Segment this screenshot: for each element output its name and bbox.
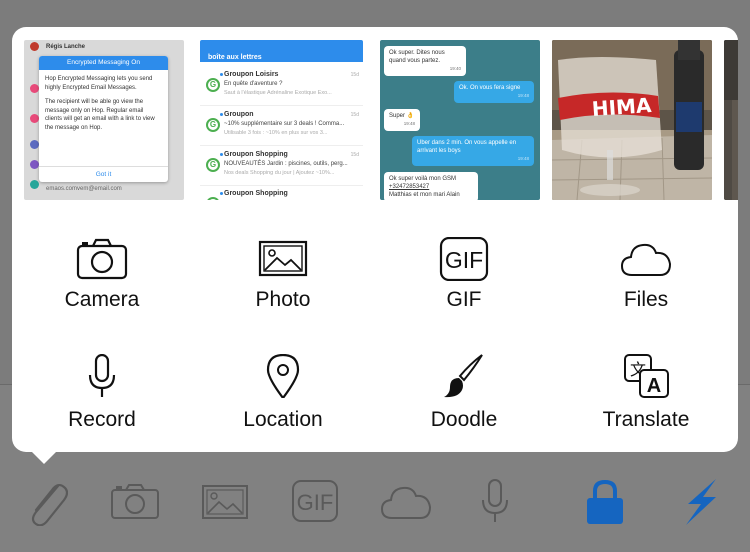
avatar: G	[206, 118, 220, 132]
list-item: G Groupon Shopping 15d NOUVEAUTÉS Jardin…	[200, 148, 363, 186]
location-label: Location	[243, 408, 323, 431]
svg-text:A: A	[647, 375, 661, 397]
photo-thumbnail[interactable]	[724, 40, 738, 200]
avatar	[30, 180, 39, 189]
list-item: G Groupon Shopping	[200, 187, 363, 200]
list-item: G Groupon Loisirs 15d En quête d'aventur…	[200, 68, 363, 106]
photo-thumbnail[interactable]: Régis Lanche emaos.comvem@email.com Encr…	[24, 40, 184, 200]
avatar: G	[206, 197, 220, 200]
translate-icon: 文 A	[624, 354, 669, 398]
lock-icon[interactable]	[584, 479, 626, 525]
got-it-button: Got it	[39, 166, 168, 182]
cloud-icon	[620, 243, 672, 276]
avatar	[30, 160, 39, 169]
photo-thumbnail[interactable]: boîte aux lettres G Groupon Loisirs 15d …	[200, 40, 363, 200]
camera-icon	[76, 238, 128, 280]
chat-bubble: Ok super. Dites nous quand vous partez. …	[384, 46, 466, 76]
avatar	[30, 84, 39, 93]
avatar	[30, 42, 39, 51]
translate-label: Translate	[602, 408, 690, 431]
microphone-icon[interactable]	[478, 478, 512, 524]
doodle-label: Doodle	[430, 408, 498, 431]
microphone-icon	[88, 354, 116, 397]
location-pin-icon	[266, 354, 300, 398]
dialog-text: Hop Encrypted Messaging lets you send hi…	[45, 76, 153, 91]
list-item: Régis Lanche	[46, 44, 86, 50]
photo-thumbnail[interactable]: HIMA	[552, 40, 712, 200]
list-item: emaos.comvem@email.com	[46, 186, 122, 192]
lightning-icon[interactable]	[682, 477, 720, 527]
photo-thumbnail[interactable]: Ok super. Dites nous quand vous partez. …	[380, 40, 540, 200]
email-header: boîte aux lettres	[200, 40, 363, 62]
avatar: G	[206, 158, 220, 172]
camera-label: Camera	[64, 288, 140, 311]
photo-label: Photo	[255, 288, 311, 311]
gif-icon[interactable]: GIF	[291, 479, 339, 523]
cloud-icon[interactable]	[380, 483, 432, 521]
chat-bubble: Ok super voilà mon GSM +32472853427 Matt…	[384, 172, 478, 200]
avatar	[30, 140, 39, 149]
popup-pointer	[31, 451, 57, 464]
brush-icon	[444, 354, 483, 398]
avatar: G	[206, 78, 220, 92]
dialog-text: The recipient will be able go view the m…	[45, 99, 155, 131]
chat-bubble: Uber dans 2 min. On vous appelle en arri…	[412, 136, 534, 166]
gif-label: GIF	[446, 288, 482, 311]
gif-icon: GIF	[439, 237, 489, 281]
list-item: G Groupon 15d ~10% supplémentaire sur 3 …	[200, 108, 363, 146]
photo-icon[interactable]	[201, 484, 249, 520]
paperclip-icon[interactable]	[24, 478, 68, 526]
encrypted-messaging-dialog: Encrypted Messaging On Hop Encrypted Mes…	[39, 56, 168, 182]
svg-text:GIF: GIF	[445, 247, 483, 273]
camera-icon[interactable]	[110, 482, 160, 520]
recent-photos-strip: Régis Lanche emaos.comvem@email.com Encr…	[24, 40, 738, 200]
chat-bubble: Super 👌 19:48	[384, 109, 420, 131]
svg-text:HIMA: HIMA	[591, 93, 653, 121]
dialog-title: Encrypted Messaging On	[39, 56, 168, 70]
svg-text:GIF: GIF	[297, 490, 334, 515]
chat-bubble: Ok. On vous fera signe 19:48	[454, 81, 534, 103]
avatar	[30, 114, 39, 123]
record-label: Record	[68, 408, 136, 431]
photo-icon	[258, 240, 308, 277]
files-label: Files	[623, 288, 669, 311]
glass-photo: HIMA	[552, 40, 712, 200]
attachment-popup: Régis Lanche emaos.comvem@email.com Encr…	[12, 27, 738, 452]
